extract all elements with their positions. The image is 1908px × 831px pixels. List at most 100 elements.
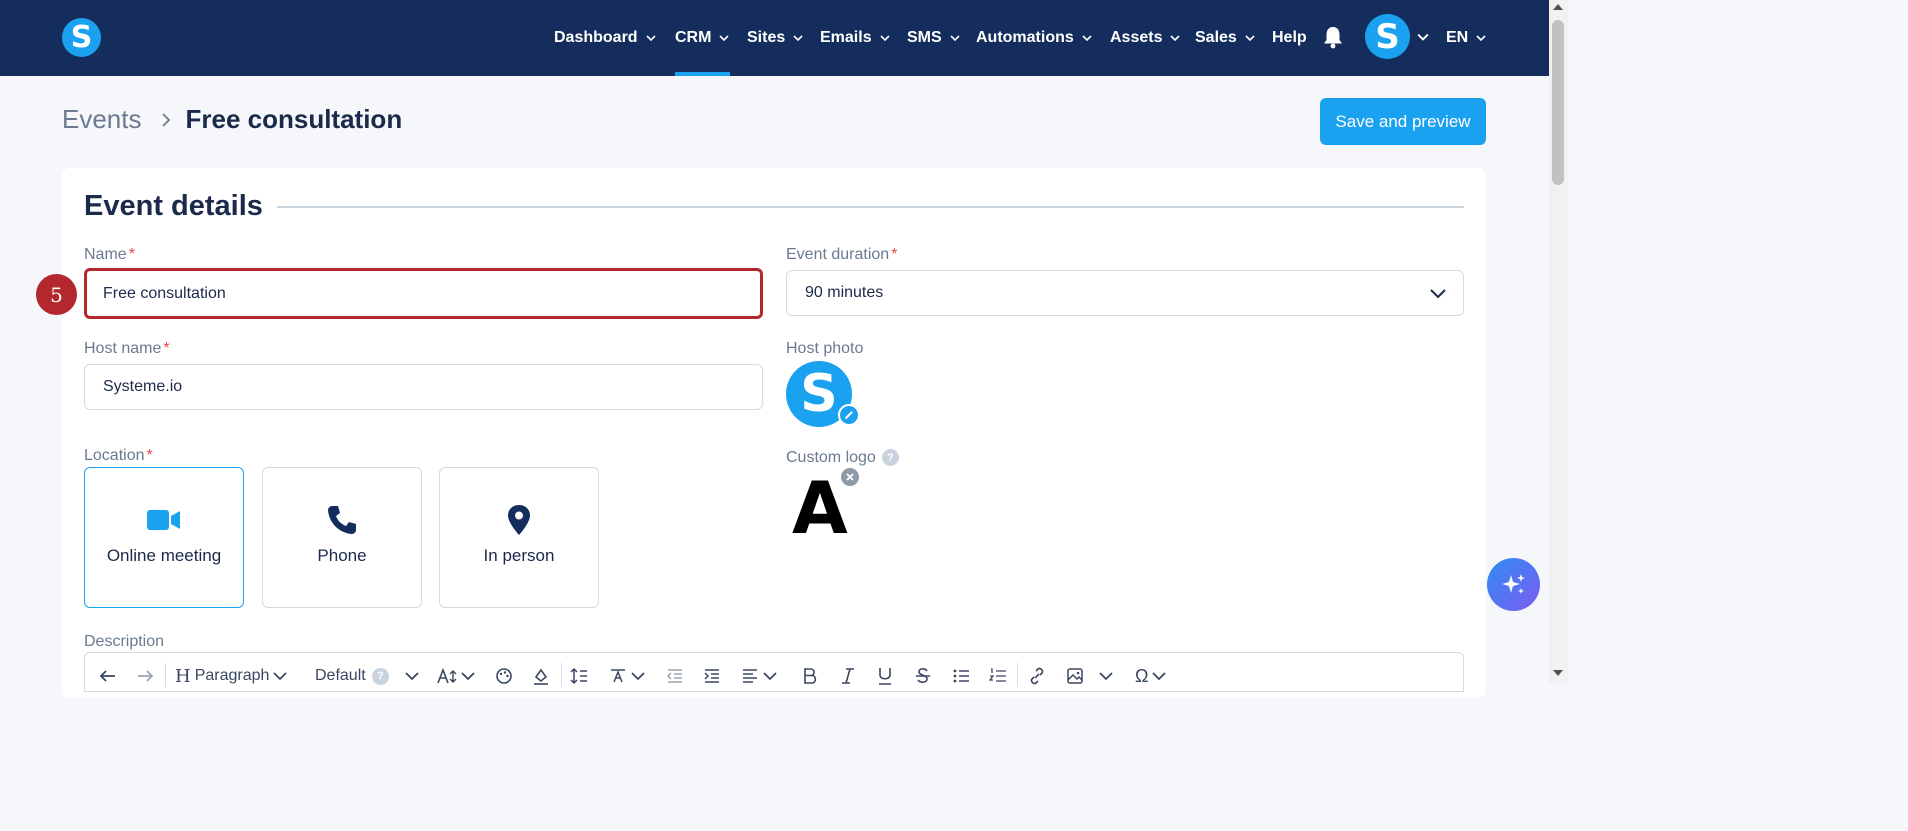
bell-icon[interactable] — [1322, 25, 1344, 49]
align-left-icon — [743, 669, 757, 683]
nav-label: Sales — [1195, 29, 1237, 46]
section-divider — [277, 206, 1464, 208]
help-icon[interactable]: ? — [881, 449, 899, 467]
text-style-select[interactable] — [609, 666, 645, 686]
nav-label: CRM — [675, 29, 712, 46]
name-input-value: Free consultation — [103, 284, 226, 302]
chevron-down-icon[interactable] — [1417, 31, 1429, 43]
font-size-select[interactable] — [437, 666, 475, 686]
nav-crm[interactable]: CRM — [675, 26, 730, 50]
numbered-list-icon[interactable] — [989, 666, 1007, 686]
nav-label: SMS — [907, 29, 942, 46]
custom-logo-label-text: Custom logo — [786, 449, 876, 466]
line-height-icon[interactable] — [570, 666, 588, 686]
video-icon — [146, 504, 182, 536]
font-size-icon — [437, 668, 457, 684]
outdent-icon[interactable] — [666, 666, 684, 686]
location-option-label: Online meeting — [106, 546, 222, 565]
block-format-select[interactable]: H Paragraph — [175, 666, 288, 687]
page-title: Free consultation — [185, 104, 403, 134]
remove-logo-button[interactable] — [839, 466, 861, 488]
nav-assets[interactable]: Assets — [1110, 26, 1181, 50]
user-avatar[interactable]: S — [1365, 14, 1410, 59]
top-navbar: S Dashboard CRM Sites Emails SMS Automat… — [0, 0, 1549, 76]
chevron-down-icon — [719, 35, 730, 42]
map-pin-icon — [501, 504, 537, 536]
name-input[interactable]: Free consultation — [84, 268, 763, 319]
toolbar-divider — [1017, 663, 1018, 687]
required-marker: * — [163, 340, 170, 357]
special-characters-select[interactable]: Ω — [1135, 666, 1167, 686]
chevron-down-icon — [793, 35, 803, 42]
language-switcher[interactable]: EN — [1446, 26, 1486, 50]
undo-icon[interactable] — [99, 666, 117, 686]
ai-assistant-button[interactable] — [1487, 558, 1540, 611]
bullet-list-icon[interactable] — [952, 666, 970, 686]
chevron-down-icon[interactable] — [1099, 666, 1113, 686]
highlight-color-icon[interactable] — [532, 666, 550, 686]
nav-sites[interactable]: Sites — [747, 26, 803, 50]
bold-icon[interactable] — [802, 666, 818, 686]
name-label-text: Name — [84, 246, 127, 263]
indent-icon[interactable] — [703, 666, 721, 686]
nav-dashboard[interactable]: Dashboard — [554, 26, 656, 50]
event-duration-label: Event duration * — [786, 246, 897, 264]
page-scrollbar[interactable] — [1549, 0, 1568, 683]
nav-label: Automations — [976, 29, 1074, 46]
chevron-down-icon — [461, 672, 475, 681]
location-option-in-person[interactable]: In person — [439, 467, 599, 608]
chevron-down-icon — [405, 672, 419, 681]
nav-label: Sites — [747, 29, 786, 46]
scroll-up-arrow[interactable] — [1553, 4, 1563, 10]
location-option-label: Phone — [317, 546, 367, 565]
location-option-phone[interactable]: Phone — [262, 467, 422, 608]
phone-icon — [324, 504, 360, 536]
name-label: Name * — [84, 246, 135, 264]
description-label: Description — [84, 633, 165, 650]
align-select[interactable] — [741, 666, 777, 686]
chevron-down-icon — [646, 35, 656, 42]
nav-emails[interactable]: Emails — [820, 26, 890, 50]
host-name-label-text: Host name — [84, 340, 162, 357]
custom-logo-image: A — [792, 466, 848, 550]
image-icon[interactable] — [1066, 666, 1084, 686]
chevron-right-icon — [161, 112, 170, 127]
breadcrumb: Events Free consultation — [62, 104, 402, 135]
chevron-down-icon — [1170, 35, 1181, 42]
nav-sales[interactable]: Sales — [1195, 26, 1255, 50]
custom-logo-label: Custom logo? — [786, 449, 899, 467]
required-marker: * — [891, 246, 898, 263]
nav-label: Dashboard — [554, 29, 638, 46]
nav-sms[interactable]: SMS — [907, 26, 960, 50]
strikethrough-icon[interactable] — [915, 666, 931, 686]
chevron-down-icon — [273, 672, 288, 681]
event-duration-select[interactable]: 90 minutes — [786, 270, 1464, 316]
host-name-input[interactable]: Systeme.io — [84, 364, 763, 410]
redo-icon[interactable] — [136, 666, 154, 686]
host-name-value: Systeme.io — [103, 378, 183, 395]
breadcrumb-events-link[interactable]: Events — [62, 104, 142, 135]
scroll-down-arrow[interactable] — [1553, 670, 1563, 676]
nav-label: Assets — [1110, 29, 1163, 46]
italic-icon[interactable] — [840, 666, 856, 686]
nav-automations[interactable]: Automations — [976, 26, 1092, 50]
location-option-online-meeting[interactable]: Online meeting — [84, 467, 244, 608]
scroll-thumb[interactable] — [1552, 20, 1564, 185]
link-icon[interactable] — [1028, 666, 1046, 686]
nav-help[interactable]: Help — [1272, 26, 1307, 50]
chevron-down-icon — [1476, 35, 1486, 42]
save-and-preview-button[interactable]: Save and preview — [1320, 98, 1486, 145]
systeme-logo[interactable]: S — [62, 18, 101, 57]
block-format-value: Paragraph — [194, 667, 270, 684]
underline-icon[interactable] — [877, 666, 893, 686]
location-option-label: In person — [483, 546, 555, 565]
chevron-down-icon — [1245, 35, 1255, 42]
palette-icon[interactable] — [495, 666, 513, 686]
chevron-down-icon — [1152, 672, 1167, 681]
chevron-down-icon — [950, 35, 960, 42]
required-marker: * — [128, 246, 135, 263]
font-select[interactable]: Default ? — [315, 666, 419, 686]
location-label: Location * — [84, 447, 153, 465]
edit-icon[interactable] — [838, 404, 860, 426]
help-icon[interactable]: ? — [371, 667, 389, 685]
